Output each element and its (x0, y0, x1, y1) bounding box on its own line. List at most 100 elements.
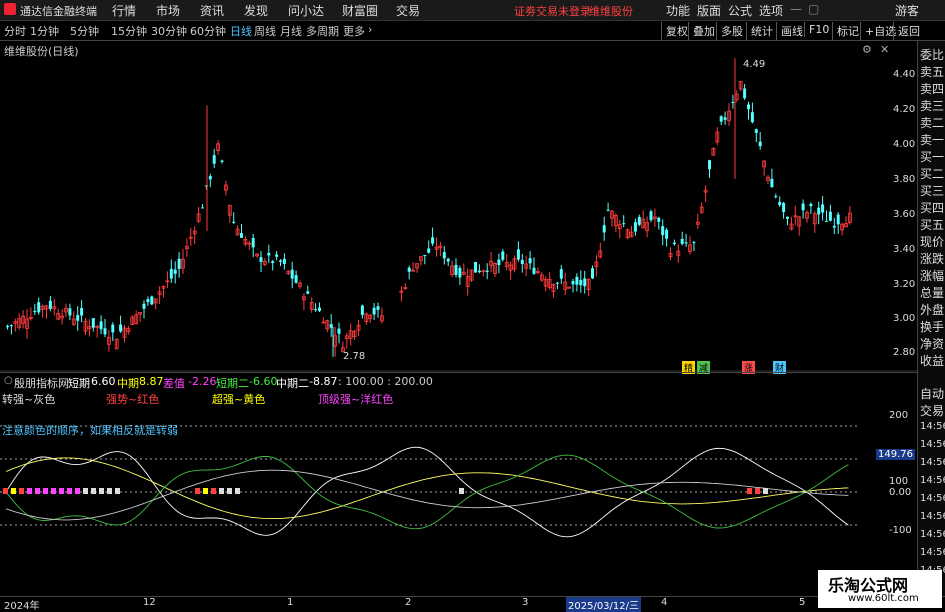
side-label[interactable]: 自动 (920, 385, 944, 402)
candle-body (91, 318, 95, 328)
menu-discover[interactable]: 发现 (244, 2, 268, 19)
signal-square (211, 488, 216, 494)
indicator-header: ○ 殷朋指标网 短期 6.60 中期 8.87 差值 -2.26 短期二 -6.… (0, 372, 917, 390)
menu-ask[interactable]: 问小达 (288, 2, 324, 19)
side-label[interactable]: 总量 (920, 284, 944, 301)
candle-body (251, 237, 255, 248)
menu-functions[interactable]: 功能 (666, 2, 690, 19)
candle-body (497, 259, 501, 266)
side-label[interactable]: 外盘 (920, 301, 944, 318)
side-label[interactable]: 涨幅 (920, 267, 944, 284)
tool-overlay[interactable]: 叠加 (688, 22, 719, 40)
candle-body (407, 267, 411, 272)
menu-exchange[interactable]: 市场 (156, 2, 180, 19)
y-tick: 4.40 (893, 69, 916, 80)
time-label: 3 (522, 597, 529, 608)
candle-body (583, 278, 587, 287)
candle-body (150, 296, 154, 305)
period-weekly[interactable]: 周线 (254, 23, 276, 39)
period-more[interactable]: 更多 (343, 23, 365, 39)
candle-body (68, 308, 72, 316)
candle-body (485, 270, 489, 272)
side-label[interactable]: 卖一 (920, 131, 944, 148)
tool-stats[interactable]: 统计 (746, 22, 777, 40)
menu-news[interactable]: 资讯 (200, 2, 224, 19)
period-15min[interactable]: 15分钟 (111, 23, 147, 39)
y-tick: 3.60 (893, 209, 916, 220)
period-multi[interactable]: 多周期 (306, 23, 339, 39)
menu-market[interactable]: 行情 (112, 2, 136, 19)
side-label[interactable]: 净资 (920, 335, 944, 352)
signal-square (51, 488, 56, 494)
period-monthly[interactable]: 月线 (280, 23, 302, 39)
side-label[interactable]: 卖三 (920, 97, 944, 114)
menu-trade[interactable]: 交易 (396, 2, 420, 19)
user-label[interactable]: 游客 (895, 2, 919, 19)
side-label[interactable]: 买三 (920, 182, 944, 199)
side-label[interactable]: 卖二 (920, 114, 944, 131)
tool-draw[interactable]: 画线 (776, 22, 807, 40)
candle-body (290, 269, 294, 279)
time-label: 2024年 (4, 601, 40, 612)
candle-body (501, 251, 505, 260)
candle-body (431, 237, 435, 244)
side-label[interactable]: 换手 (920, 318, 944, 335)
side-label[interactable]: 买五 (920, 216, 944, 233)
tick-time: 14:56 (920, 421, 945, 432)
login-notice[interactable]: 证劵交易未登录 (514, 3, 591, 19)
side-label[interactable]: 现价 (920, 233, 944, 250)
candle-body (376, 306, 380, 310)
side-label[interactable]: 收益 (920, 352, 944, 369)
period-30min[interactable]: 30分钟 (151, 23, 187, 39)
candle-body (579, 279, 583, 286)
tool-back[interactable]: 返回 (893, 22, 924, 40)
side-label[interactable]: 买二 (920, 165, 944, 182)
side-label[interactable]: 涨跌 (920, 250, 944, 267)
menu-formula[interactable]: 公式 (728, 2, 752, 19)
tick-time: 14:56 (920, 439, 945, 450)
period-5min[interactable]: 5分钟 (70, 23, 99, 39)
menu-layout[interactable]: 版面 (697, 2, 721, 19)
param-mid-value: 8.87 (139, 375, 164, 388)
tick-time: 14:56 (920, 529, 945, 540)
candle-body (458, 267, 462, 278)
side-label[interactable]: 买一 (920, 148, 944, 165)
chevron-right-icon[interactable]: › (368, 23, 372, 36)
minimize-icon[interactable]: — (790, 2, 802, 16)
menu-wealth[interactable]: 财富圈 (342, 2, 378, 19)
signal-square (219, 488, 224, 494)
restore-icon[interactable]: ▢ (808, 2, 819, 16)
side-label[interactable]: 交易 (920, 402, 944, 419)
side-label[interactable]: 卖四 (920, 80, 944, 97)
period-intraday[interactable]: 分时 (4, 23, 26, 39)
side-label[interactable]: 卖五 (920, 63, 944, 80)
candle-body (637, 216, 641, 225)
tick-time: 14:56 (920, 511, 945, 522)
signal-square (43, 488, 48, 494)
circle-icon[interactable]: ○ (4, 375, 13, 386)
candle-body (279, 260, 282, 262)
side-label[interactable]: 买四 (920, 199, 944, 216)
candle-body (271, 261, 275, 264)
mid-term-line (5, 457, 849, 520)
high-price-label: 4.49 (743, 59, 766, 70)
param-tail: : 100.00 : 200.00 (338, 375, 433, 388)
tool-multi-stock[interactable]: 多股 (716, 22, 747, 40)
candle-body (782, 202, 786, 213)
tool-mark[interactable]: 标记 (832, 22, 863, 40)
candle-body (337, 328, 341, 334)
period-daily[interactable]: 日线 (230, 23, 252, 39)
candle-body (633, 222, 637, 232)
candle-body (661, 226, 665, 236)
period-1min[interactable]: 1分钟 (30, 23, 59, 39)
candle-body (747, 104, 750, 110)
current-value-badge: 149.76 (876, 449, 915, 460)
candle-body (723, 117, 727, 120)
candle-body (758, 141, 762, 147)
period-60min[interactable]: 60分钟 (190, 23, 226, 39)
tool-f10[interactable]: F10 (804, 22, 833, 37)
side-label[interactable]: 委比 (920, 46, 944, 63)
signal-square (59, 488, 64, 494)
menu-options[interactable]: 选项 (759, 2, 783, 19)
watermark-logo: 乐淘公式网 www.60lt.com (818, 570, 942, 608)
